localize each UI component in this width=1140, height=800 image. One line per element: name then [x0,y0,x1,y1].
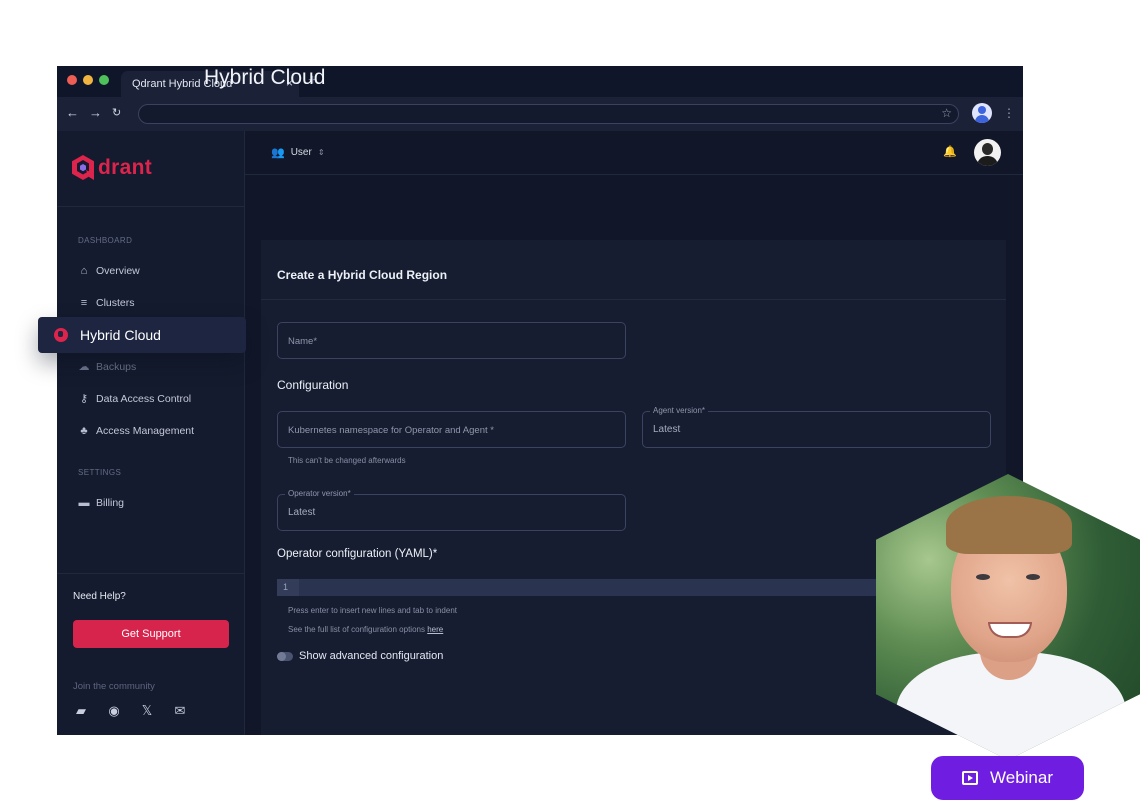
presenter-hair [946,496,1072,554]
browser-menu-icon[interactable]: ⋮ [1003,106,1015,120]
webinar-badge[interactable]: Webinar [931,756,1084,800]
sidebar-item-label: Clusters [96,297,135,309]
join-community-label: Join the community [73,681,155,692]
namespace-placeholder: Kubernetes namespace for Operator and Ag… [288,425,494,436]
user-selector[interactable]: 👥 User ⇕ [271,146,325,159]
maximize-window-button[interactable] [99,75,109,85]
advanced-config-toggle-row[interactable]: Show advanced configuration [277,650,443,662]
operator-version-label: Operator version* [285,489,354,498]
agent-version-value: Latest [653,424,681,435]
cloud-location-icon [54,328,68,342]
agent-version-select[interactable]: Agent version* Latest [642,406,991,448]
need-help-heading: Need Help? [73,591,126,602]
operator-version-value: Latest [288,507,316,518]
sidebar-item-label: Hybrid Cloud [80,327,161,343]
user-avatar[interactable] [974,139,1001,166]
close-window-button[interactable] [67,75,77,85]
configuration-heading: Configuration [277,378,349,392]
sidebar-item-label: Overview [96,265,140,277]
browser-toolbar: ← → ↻ ☆ ⋮ [57,97,1023,131]
operator-version-select[interactable]: Operator version* Latest [277,489,626,531]
name-placeholder: Name* [288,336,318,347]
reload-icon[interactable]: ↻ [112,106,121,119]
list-icon: ≡ [80,297,88,309]
email-icon[interactable]: ✉ [172,703,188,719]
user-selector-label: User [290,147,312,158]
sidebar-item-overview[interactable]: ⌂ Overview [78,265,140,277]
bookmark-star-icon[interactable]: ☆ [941,106,952,120]
namespace-input[interactable]: Kubernetes namespace for Operator and Ag… [277,411,626,448]
presenter-eye-left [976,574,990,580]
sidebar-item-access-management[interactable]: ♣ Access Management [78,425,194,437]
yaml-hint-options: See the full list of configuration optio… [288,625,443,634]
social-links: ▰ ◉ 𝕏 ✉ [73,703,188,719]
key-icon: ⚷ [79,393,89,405]
configuration-options-link[interactable]: here [427,625,443,634]
chevron-updown-icon: ⇕ [317,148,325,157]
address-bar[interactable]: ☆ [138,104,959,124]
sidebar-item-clusters[interactable]: ≡ Clusters [78,297,135,309]
home-icon: ⌂ [80,265,88,277]
yaml-line-number: 1 [277,579,299,596]
window-controls [67,75,109,85]
presenter-eye-right [1026,574,1040,580]
minimize-window-button[interactable] [83,75,93,85]
users-icon: 👥 [271,147,285,159]
namespace-hint: This can't be changed afterwards [288,456,406,465]
sidebar-item-backups[interactable]: ☁ Backups [78,361,137,373]
section-label-dashboard: DASHBOARD [78,236,133,245]
sidebar-divider-bottom [57,573,245,574]
sidebar-divider [57,206,245,207]
sidebar-item-label: Backups [96,361,137,373]
profile-icon[interactable] [972,103,992,123]
sidebar: drant DASHBOARD ⌂ Overview ≡ Clusters ☁ … [57,131,245,735]
sidebar-item-billing[interactable]: ▬ Billing [78,497,125,509]
x-twitter-icon[interactable]: 𝕏 [139,703,155,719]
yaml-hint-indent: Press enter to insert new lines and tab … [288,606,457,615]
cloud-upload-icon: ☁ [78,361,90,373]
sidebar-item-label: Billing [96,497,125,509]
discord-chat-icon[interactable]: ▰ [73,703,89,719]
webinar-label: Webinar [990,768,1053,787]
advanced-config-label: Show advanced configuration [299,650,444,662]
top-bar: 👥 User ⇕ 🔔 [245,131,1023,175]
sidebar-item-data-access-control[interactable]: ⚷ Data Access Control [78,393,191,405]
forward-arrow-icon[interactable]: → [89,105,102,120]
card-title: Create a Hybrid Cloud Region [277,268,448,282]
agent-version-label: Agent version* [650,406,709,415]
logo-text: drant [98,155,152,179]
section-label-settings: SETTINGS [78,468,122,477]
bell-icon[interactable]: 🔔 [943,145,957,158]
name-input[interactable]: Name* [277,322,626,359]
yaml-editor[interactable]: 1 [277,579,877,596]
sidebar-item-hybrid-cloud[interactable]: Hybrid Cloud [38,317,246,353]
yaml-hint-options-text: See the full list of configuration optio… [288,625,425,634]
page: Qdrant Hybrid Cloud × + ← → ↻ ☆ ⋮ drant … [0,0,1140,800]
sidebar-item-label: Access Management [96,425,195,437]
credit-card-icon: ▬ [78,497,90,509]
advanced-config-toggle[interactable] [277,651,293,661]
card-divider [261,299,1006,300]
github-icon[interactable]: ◉ [106,703,122,719]
get-support-button[interactable]: Get Support [73,620,229,648]
people-icon: ♣ [80,425,88,437]
page-title: Hybrid Cloud [204,66,326,89]
qdrant-logo[interactable]: drant [72,155,152,180]
tab-bar: Qdrant Hybrid Cloud × + [57,66,1023,97]
video-play-icon [962,771,978,785]
back-arrow-icon[interactable]: ← [66,105,79,120]
yaml-heading: Operator configuration (YAML)* [277,548,438,560]
qdrant-logo-icon [72,155,94,180]
sidebar-item-label: Data Access Control [96,393,192,405]
